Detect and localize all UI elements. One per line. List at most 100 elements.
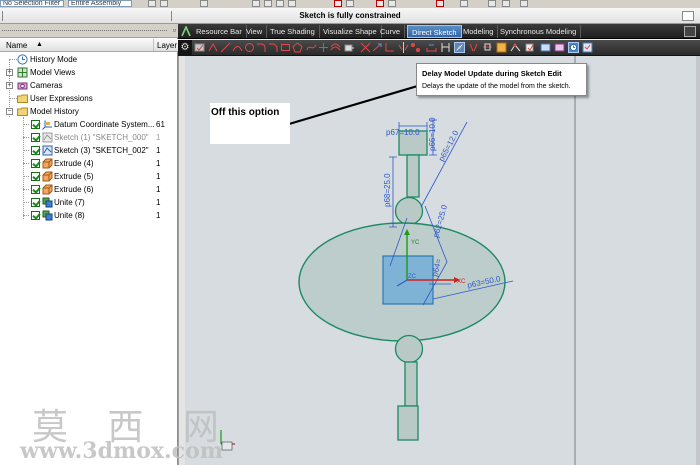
column-layer-header[interactable]: Layer: [153, 39, 178, 51]
bounded-grid-snap-icon[interactable]: [488, 0, 496, 7]
intersection-snap-icon[interactable]: [334, 0, 342, 7]
finish-sketch-icon[interactable]: [194, 42, 205, 53]
tab-true-shading[interactable]: True Shading: [266, 25, 320, 38]
more-curves-icon[interactable]: [344, 42, 355, 53]
studio-spline-icon[interactable]: [306, 42, 317, 53]
geometric-constraint-icon[interactable]: [454, 42, 465, 53]
alternate-solution-icon[interactable]: [540, 42, 551, 53]
polygon-icon[interactable]: [292, 42, 303, 53]
snap-toggle-icon[interactable]: [148, 0, 156, 7]
expand-icon[interactable]: +: [6, 69, 13, 76]
upper-shaft[interactable]: [406, 154, 420, 198]
column-name-header[interactable]: Name: [6, 41, 27, 50]
tree-item-sketch-3[interactable]: Sketch (3) "SKETCH_002" 1: [0, 144, 178, 157]
tree-item-unite-7[interactable]: Unite (7) 1: [0, 196, 178, 209]
pole-snap-icon[interactable]: [436, 0, 444, 7]
tab-direct-sketch[interactable]: Direct Sketch: [407, 25, 462, 38]
tree-item-model-views[interactable]: + Model Views: [0, 66, 178, 79]
dim-p66[interactable]: p66=10.0: [428, 117, 437, 151]
tree-item-sketch-1[interactable]: Sketch (1) "SKETCH_000" 1: [0, 131, 178, 144]
center-snap-icon[interactable]: [388, 0, 396, 7]
tab-view[interactable]: View: [242, 25, 268, 38]
line-icon[interactable]: [220, 42, 231, 53]
upper-sphere[interactable]: [394, 196, 424, 226]
point-on-curve-snap-icon[interactable]: [502, 0, 510, 7]
tree-item-extrude-5[interactable]: Extrude (5) 1: [0, 170, 178, 183]
visibility-checkbox[interactable]: [31, 146, 40, 155]
navigator-pin-icon[interactable]: ▫: [173, 25, 176, 35]
existing-point-snap-icon[interactable]: [376, 0, 384, 7]
axis-label-xc: XC: [457, 279, 466, 285]
tooltip: Delay Model Update during Sketch Edit De…: [416, 63, 587, 96]
visibility-checkbox[interactable]: [31, 120, 40, 129]
point-on-face-snap-icon[interactable]: [520, 0, 528, 7]
linear-dimension-icon[interactable]: [440, 42, 451, 53]
tree-item-model-history[interactable]: − Model History: [0, 105, 178, 118]
select-icon[interactable]: [200, 0, 208, 7]
visibility-checkbox[interactable]: [31, 198, 40, 207]
circle-icon[interactable]: [244, 42, 255, 53]
tree-item-history-mode[interactable]: History Mode: [0, 53, 178, 66]
point-snap-icon[interactable]: [264, 0, 272, 7]
mirror-curve-icon[interactable]: [398, 42, 409, 53]
gear-icon[interactable]: ⚙: [178, 40, 192, 56]
offset-curve-icon[interactable]: [330, 42, 341, 53]
ribbon-options-icon[interactable]: [684, 26, 696, 37]
arc-center-snap-icon[interactable]: [460, 0, 468, 7]
quadrant-snap-icon[interactable]: [346, 0, 354, 7]
bottom-block[interactable]: [397, 405, 419, 441]
tab-visualize-shape[interactable]: Visualize Shape: [319, 25, 382, 38]
tab-synchronous-modeling[interactable]: Synchronous Modeling: [496, 25, 582, 38]
inferred-constraints-icon[interactable]: [554, 42, 565, 53]
expand-icon[interactable]: +: [6, 82, 13, 89]
point-icon[interactable]: [318, 42, 329, 53]
tab-modeling[interactable]: Modeling: [459, 25, 499, 38]
chamfer-icon[interactable]: [268, 42, 279, 53]
filter-toggle-icon[interactable]: [160, 0, 168, 7]
tree-item-cameras[interactable]: + Cameras: [0, 79, 178, 92]
pattern-curve-icon[interactable]: [410, 42, 421, 53]
visibility-checkbox[interactable]: [31, 185, 40, 194]
quick-trim-icon[interactable]: [360, 42, 371, 53]
convert-to-reference-icon[interactable]: [524, 42, 535, 53]
selection-filter-dropdown[interactable]: No Selection Filter: [0, 0, 64, 7]
visibility-checkbox[interactable]: [31, 133, 40, 142]
lower-sphere[interactable]: [394, 334, 424, 364]
sort-ascending-icon[interactable]: ▲: [36, 41, 43, 48]
display-constraints-icon[interactable]: [482, 42, 493, 53]
arc-icon[interactable]: [232, 42, 243, 53]
extrude-icon: [42, 158, 53, 169]
visibility-checkbox[interactable]: [31, 159, 40, 168]
tree-item-extrude-4[interactable]: Extrude (4) 1: [0, 157, 178, 170]
auto-dimension-icon[interactable]: [510, 42, 521, 53]
dim-p68[interactable]: p68=25.0: [383, 173, 392, 207]
make-corner-icon[interactable]: [384, 42, 395, 53]
auto-constrain-icon[interactable]: [496, 42, 507, 53]
delay-model-update-icon[interactable]: [568, 42, 579, 53]
rectangle-icon[interactable]: [280, 42, 291, 53]
tree-item-user-expressions[interactable]: User Expressions: [0, 92, 178, 105]
collapse-icon[interactable]: −: [6, 108, 13, 115]
curve-snap-icon[interactable]: [252, 0, 260, 7]
assembly-scope-dropdown[interactable]: Entire Assembly: [68, 0, 132, 7]
tab-resource-bar[interactable]: Resource Bar: [192, 25, 247, 38]
make-symmetric-icon[interactable]: [468, 42, 479, 53]
tree-item-unite-8[interactable]: Unite (8) 1: [0, 209, 178, 222]
endpoint-snap-icon[interactable]: [276, 0, 284, 7]
fillet-icon[interactable]: [256, 42, 267, 53]
midpoint-snap-icon[interactable]: [288, 0, 296, 7]
rapid-dimension-icon[interactable]: [426, 42, 437, 53]
tab-curve[interactable]: Curve: [376, 25, 406, 38]
tree-item-datum-csys[interactable]: Datum Coordinate System... 61: [0, 118, 178, 131]
lower-shaft[interactable]: [404, 361, 418, 407]
nx-logo-icon: [181, 26, 191, 37]
dim-p67[interactable]: p67=10.0: [386, 128, 420, 137]
navigator-drag-handle[interactable]: [2, 30, 167, 32]
tree-item-extrude-6[interactable]: Extrude (6) 1: [0, 183, 178, 196]
quick-extend-icon[interactable]: [372, 42, 383, 53]
dim-p65[interactable]: p65=12.0: [437, 129, 461, 163]
update-model-icon[interactable]: [582, 42, 593, 53]
visibility-checkbox[interactable]: [31, 172, 40, 181]
visibility-checkbox[interactable]: [31, 211, 40, 220]
profile-icon[interactable]: [208, 42, 219, 53]
